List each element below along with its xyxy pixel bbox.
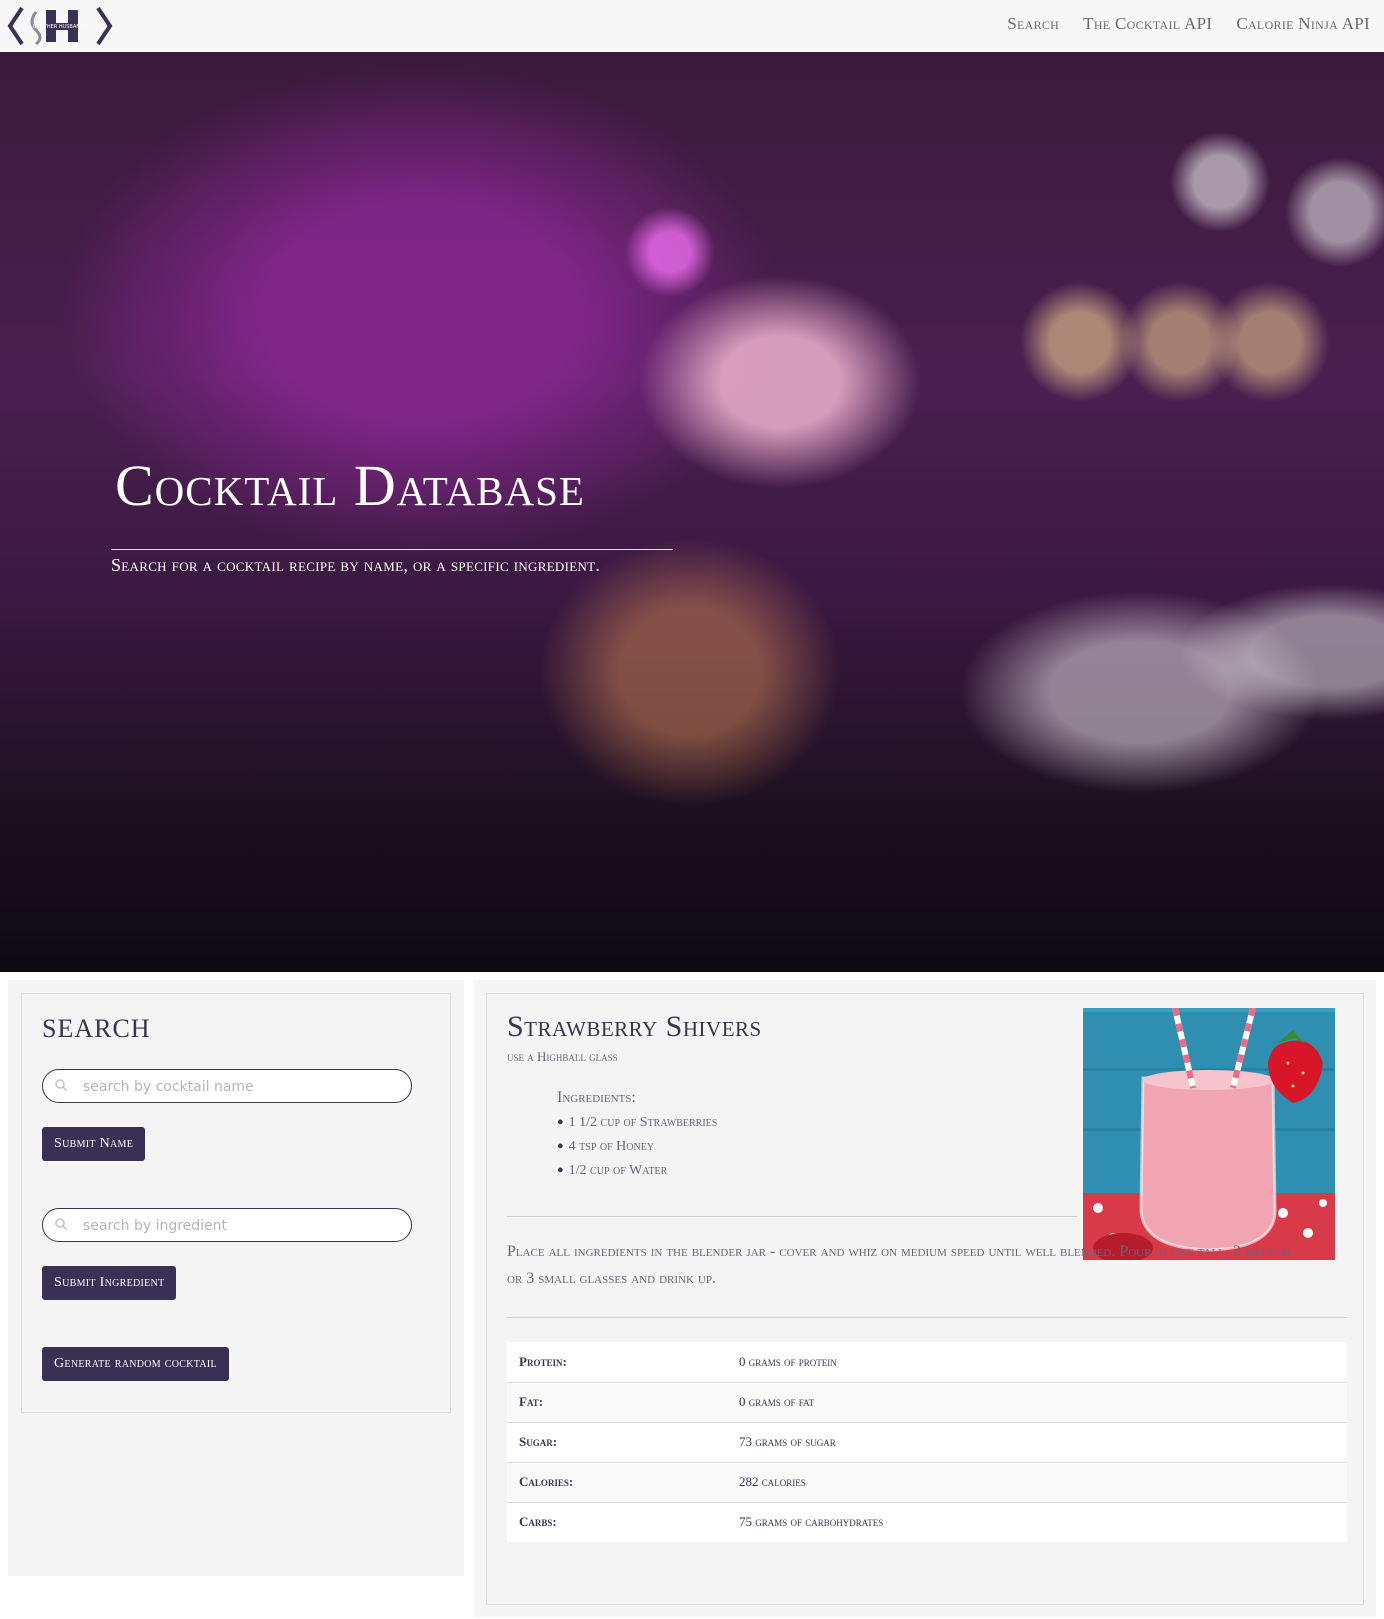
cocktail-image bbox=[1083, 1008, 1335, 1260]
nav-link-search[interactable]: Search bbox=[1007, 14, 1059, 34]
nutrition-value: 0 grams of protein bbox=[727, 1342, 1347, 1382]
nutrition-label: Carbs: bbox=[507, 1501, 727, 1542]
instructions-text: Place all ingredients in the blender jar… bbox=[507, 1243, 1291, 1287]
cocktail-name-search-box[interactable] bbox=[42, 1069, 412, 1103]
strawberry-smoothie-illustration bbox=[1083, 1008, 1335, 1260]
divider bbox=[507, 1216, 1077, 1217]
search-icon bbox=[55, 1079, 67, 1091]
divider bbox=[507, 1317, 1347, 1318]
brother-husbands-logo[interactable]: BROTHER HUSBANDS bbox=[6, 4, 114, 48]
ingredient-input[interactable] bbox=[81, 1213, 405, 1239]
ingredient-item: 4 tsp of Honey bbox=[557, 1135, 717, 1159]
nutrition-value: 282 calories bbox=[727, 1461, 1347, 1502]
nutrition-value: 0 grams of fat bbox=[727, 1381, 1347, 1422]
ingredients-list: 1 1/2 cup of Strawberries 4 tsp of Honey… bbox=[557, 1111, 718, 1183]
table-row: Calories: 282 calories bbox=[507, 1461, 1347, 1502]
ingredient-item: 1 1/2 cup of Strawberries bbox=[557, 1111, 718, 1135]
hero-title: Cocktail Database bbox=[115, 453, 585, 518]
table-row: Carbs: 75 grams of carbohydrates bbox=[507, 1501, 1347, 1542]
submit-ingredient-button[interactable]: Submit Ingredient bbox=[42, 1266, 177, 1300]
nutrition-label: Sugar: bbox=[507, 1421, 727, 1462]
search-panel: SEARCH Submit Name Submit Ingredient Gen… bbox=[21, 993, 451, 1413]
glass-type: use a Highball glass bbox=[507, 1049, 618, 1064]
random-cocktail-button[interactable]: Generate random cocktail bbox=[42, 1347, 229, 1381]
top-navbar: BROTHER HUSBANDS Search The Cocktail API… bbox=[0, 0, 1384, 53]
table-row: Fat: 0 grams of fat bbox=[507, 1381, 1347, 1422]
logo-text: BROTHER HUSBANDS bbox=[33, 24, 87, 30]
ingredient-search-box[interactable] bbox=[42, 1208, 412, 1242]
hero-divider bbox=[111, 549, 673, 550]
hero-subtitle: Search for a cocktail recipe by name, or… bbox=[111, 555, 601, 575]
submit-name-button[interactable]: Submit Name bbox=[42, 1127, 146, 1161]
table-row: Protein: 0 grams of protein bbox=[507, 1342, 1347, 1382]
nutrition-label: Calories: bbox=[507, 1461, 727, 1502]
hero-banner: Cocktail Database Search for a cocktail … bbox=[0, 52, 1384, 972]
cocktail-name: Strawberry Shivers bbox=[507, 1010, 762, 1043]
nutrition-table: Protein: 0 grams of protein Fat: 0 grams… bbox=[507, 1342, 1347, 1542]
search-icon bbox=[55, 1218, 67, 1230]
ingredients-title: Ingredients: bbox=[557, 1089, 636, 1106]
ingredient-item: 1/2 cup of Water bbox=[557, 1159, 717, 1183]
nutrition-label: Fat: bbox=[507, 1381, 727, 1422]
nav-link-cocktail-api[interactable]: The Cocktail API bbox=[1083, 14, 1212, 34]
ingredients-section: Ingredients: 1 1/2 cup of Strawberries 4… bbox=[557, 1089, 717, 1183]
table-row: Sugar: 73 grams of sugar bbox=[507, 1421, 1347, 1462]
nutrition-value: 73 grams of sugar bbox=[727, 1421, 1347, 1462]
nutrition-label: Protein: bbox=[507, 1342, 727, 1382]
nav-link-calorie-ninja-api[interactable]: Calorie Ninja API bbox=[1236, 14, 1370, 34]
cocktail-name-input[interactable] bbox=[81, 1074, 405, 1100]
cocktail-result-card: Strawberry Shivers use a Highball glass … bbox=[486, 993, 1364, 1605]
nutrition-value: 75 grams of carbohydrates bbox=[727, 1501, 1347, 1542]
search-title: SEARCH bbox=[42, 1014, 151, 1043]
